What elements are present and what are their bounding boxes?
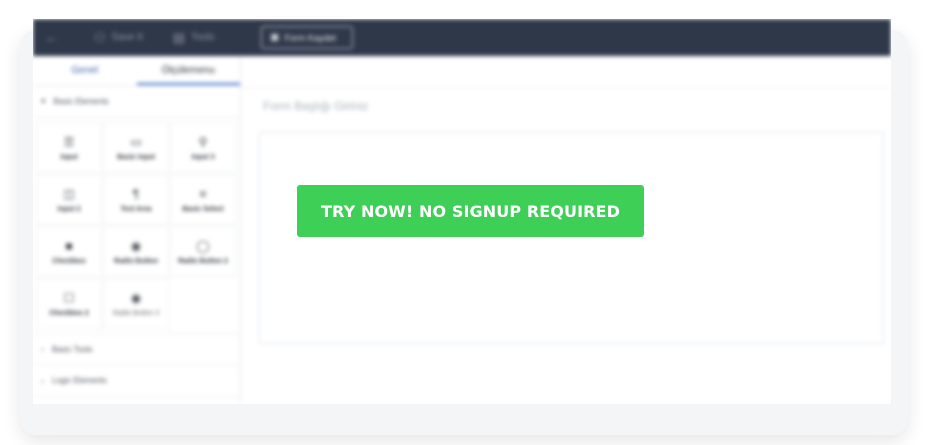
element-label: Checkbox xyxy=(52,257,86,265)
radio-empty-icon: ◯ xyxy=(196,238,210,253)
back-button[interactable]: ← xyxy=(45,30,64,45)
search-icon: ⚲ xyxy=(198,134,208,149)
element-radio-button-3[interactable]: ◉ Radio Button 3 xyxy=(103,278,169,329)
radio-filled-icon: ◉ xyxy=(130,290,142,305)
arrow-left-icon: ← xyxy=(45,30,58,45)
section-label: Basic Tools xyxy=(52,344,93,354)
lines-icon: ☰ xyxy=(63,134,75,149)
tab-elements[interactable]: Ölçülemenu xyxy=(136,56,240,85)
tools-label: Tools xyxy=(191,32,215,43)
element-text-area[interactable]: ¶ Text Area xyxy=(103,174,169,225)
tools-button[interactable]: ▤ Tools xyxy=(173,30,215,46)
checkbox-empty-icon: ☐ xyxy=(63,290,75,305)
input-box-icon: ▭ xyxy=(130,134,142,149)
panel-icon: ◫ xyxy=(63,186,75,201)
element-checkbox-2[interactable]: ☐ Checkbox 2 xyxy=(36,278,102,329)
chevron-right-icon: › xyxy=(41,375,44,386)
save-icon: ▣ xyxy=(270,32,280,43)
paragraph-icon: ¶ xyxy=(132,186,140,201)
element-basic-select[interactable]: ≡ Basic Select xyxy=(170,174,236,225)
chevron-right-icon: › xyxy=(41,344,44,354)
radio-filled-icon: ◉ xyxy=(130,238,142,253)
element-label: Input xyxy=(60,153,78,161)
chevron-down-icon: ▾ xyxy=(41,96,46,106)
try-now-button[interactable]: TRY NOW! NO SIGNUP REQUIRED xyxy=(297,185,644,237)
form-save-button[interactable]: ▣ Form Kaydet xyxy=(261,26,353,49)
list-icon: ≡ xyxy=(199,186,207,201)
element-label: Input 3 xyxy=(191,153,215,161)
element-basic-input[interactable]: ▭ Basic Input xyxy=(103,122,169,173)
element-checkbox[interactable]: ■ Checkbox xyxy=(36,226,102,277)
form-save-label: Form Kaydet xyxy=(284,32,336,43)
element-input-3[interactable]: ⚲ Input 3 xyxy=(170,122,236,173)
tools-icon: ▤ xyxy=(172,29,186,45)
element-radio-button[interactable]: ◉ Radio Button xyxy=(103,226,169,277)
element-label: Radio Button 3 xyxy=(112,309,160,317)
elements-grid: ☰ Input ▭ Basic Input ⚲ Input 3 ◫ Input … xyxy=(33,118,240,333)
section-basic-tools[interactable]: › Basic Tools xyxy=(33,333,240,365)
user-icon: ⚇ xyxy=(94,29,106,45)
tab-general[interactable]: Genel xyxy=(33,56,137,85)
left-panel: Genel Ölçülemenu ▾ Basic Elements ☰ Inpu… xyxy=(33,56,241,404)
top-toolbar: ← ⚇ Save It ▤ Tools ▣ Form Kaydet xyxy=(33,19,891,56)
section-logic-elements[interactable]: › Logic Elements xyxy=(33,365,240,397)
element-input-2[interactable]: ◫ Input 2 xyxy=(36,174,102,225)
element-label: Input 2 xyxy=(57,205,81,213)
element-radio-button-2[interactable]: ◯ Radio Button 2 xyxy=(170,226,236,277)
element-label: Checkbox 2 xyxy=(49,309,89,317)
element-input[interactable]: ☰ Input xyxy=(36,122,102,173)
checkbox-filled-icon: ■ xyxy=(65,238,73,253)
form-canvas[interactable] xyxy=(259,132,884,344)
save-it-label: Save It xyxy=(111,32,143,43)
element-label: Radio Button 2 xyxy=(178,257,228,265)
element-label: Basic Input xyxy=(117,153,155,161)
form-title-input[interactable]: Form Başlığı Giriniz xyxy=(263,99,368,113)
divider xyxy=(241,87,891,88)
element-label: Radio Button xyxy=(114,257,158,265)
sidebar-tabs: Genel Ölçülemenu xyxy=(33,56,240,86)
section-basic-elements[interactable]: ▾ Basic Elements xyxy=(33,86,240,118)
element-label: Basic Select xyxy=(182,205,224,213)
section-label: Basic Elements xyxy=(53,97,109,106)
save-it-button[interactable]: ⚇ Save It xyxy=(94,30,143,46)
element-label: Text Area xyxy=(120,205,152,213)
section-label: Logic Elements xyxy=(52,376,107,385)
